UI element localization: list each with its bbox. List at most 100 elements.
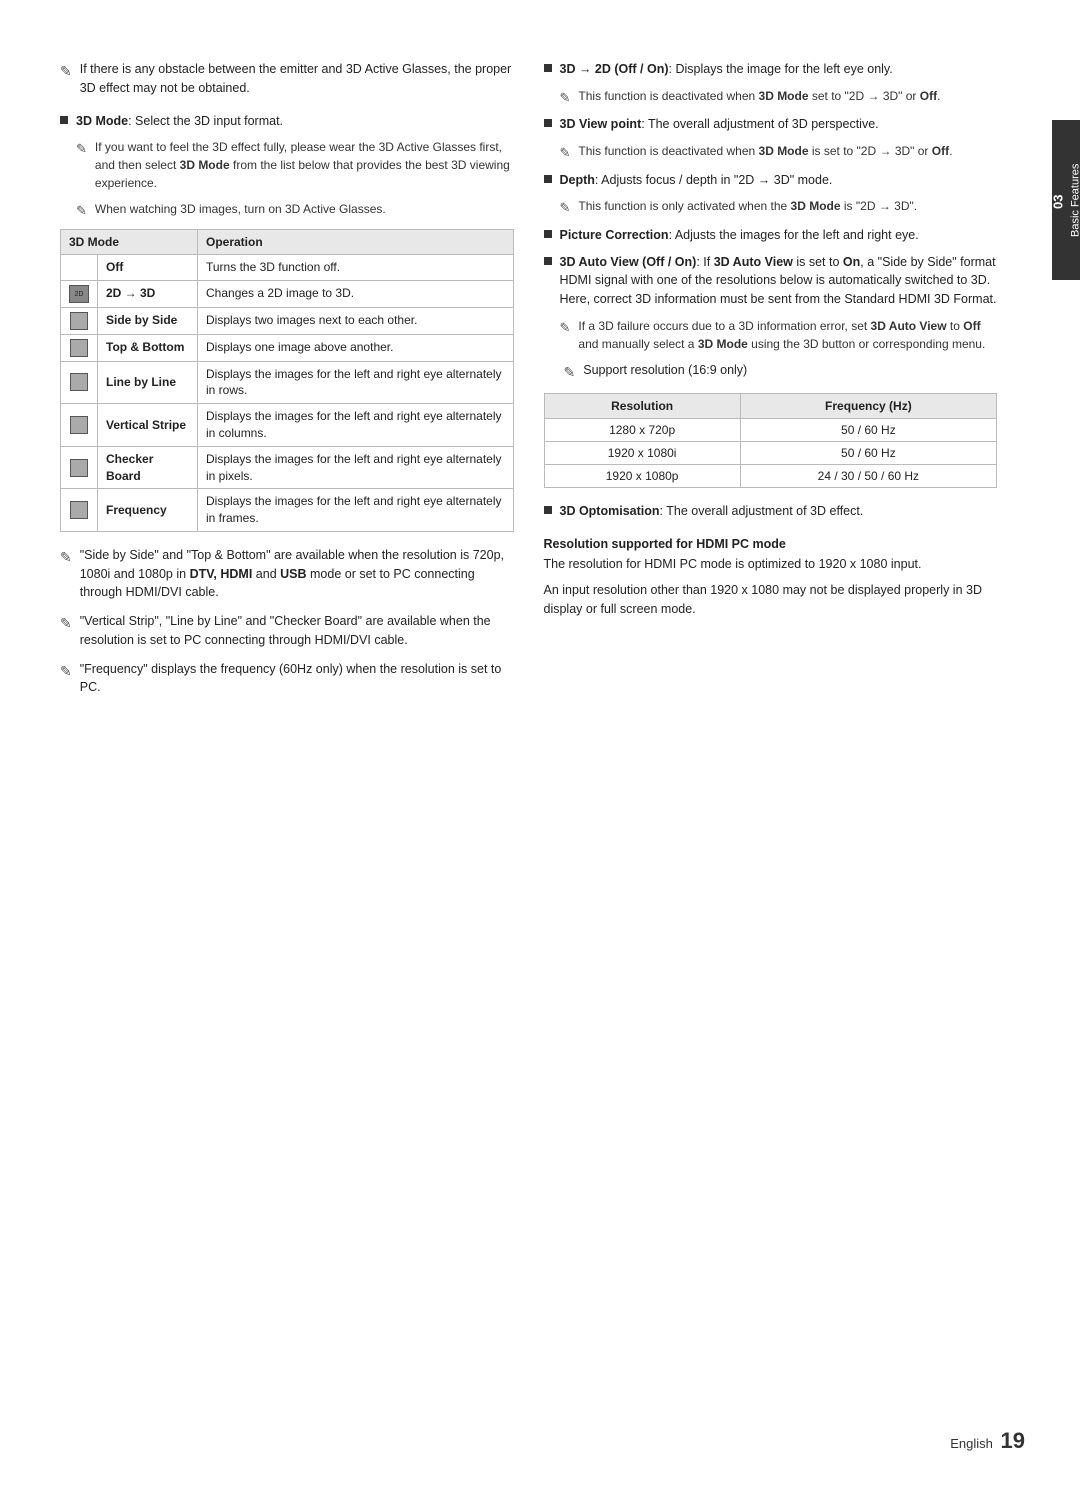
support-note-icon: ✎ (564, 362, 576, 383)
res-cell-1280: 1280 x 720p (544, 418, 740, 441)
res-header-frequency: Frequency (Hz) (740, 393, 996, 418)
sub-note-icon-2: ✎ (76, 201, 87, 221)
3d-mode-label: 3D Mode (76, 114, 128, 128)
res-header-resolution: Resolution (544, 393, 740, 418)
3d-autoview-text: 3D Auto View (Off / On): If 3D Auto View… (560, 253, 998, 309)
freq-cell-50-60-1: 50 / 60 Hz (740, 418, 996, 441)
row-op-2d3d: Changes a 2D image to 3D. (198, 280, 514, 307)
sub-note-2-text: When watching 3D images, turn on 3D Acti… (95, 200, 386, 221)
bullet-square-icon (544, 64, 552, 72)
bullet-square-icon (544, 175, 552, 183)
table-header-operation: Operation (198, 229, 514, 254)
3d-viewpoint-sub-note: ✎ This function is deactivated when 3D M… (560, 142, 998, 163)
row-mode-lbl: Line by Line (98, 361, 198, 404)
hdmi-para-1: The resolution for HDMI PC mode is optim… (544, 555, 998, 574)
row-icon-2d3d: 2D (61, 280, 98, 307)
mode-icon-cb (70, 459, 88, 477)
sub-note-1-text: If you want to feel the 3D effect fully,… (95, 138, 514, 192)
row-op-lbl: Displays the images for the left and rig… (198, 361, 514, 404)
right-column: 3D → 2D (Off / On): Displays the image f… (544, 60, 998, 707)
mode-icon-vs (70, 416, 88, 434)
bottom-note-3-text: "Frequency" displays the frequency (60Hz… (80, 660, 514, 698)
3d-viewpoint-sub-text: This function is deactivated when 3D Mod… (578, 142, 952, 163)
row-icon-sbs (61, 307, 98, 334)
3d-optimisation-text: 3D Optomisation: The overall adjustment … (560, 502, 864, 521)
row-op-vs: Displays the images for the left and rig… (198, 404, 514, 447)
row-op-off: Turns the 3D function off. (198, 254, 514, 280)
3d-autoview-sub-note: ✎ If a 3D failure occurs due to a 3D inf… (560, 317, 998, 353)
row-op-sbs: Displays two images next to each other. (198, 307, 514, 334)
main-content: ✎ If there is any obstacle between the e… (0, 0, 1052, 1494)
row-mode-off: Off (98, 254, 198, 280)
bottom-note-1-text: "Side by Side" and "Top & Bottom" are av… (80, 546, 514, 602)
left-column: ✎ If there is any obstacle between the e… (60, 60, 514, 707)
footer-page-number: 19 (1001, 1428, 1025, 1453)
bullet-square-icon (544, 119, 552, 127)
row-mode-sbs: Side by Side (98, 307, 198, 334)
top-note-text: If there is any obstacle between the emi… (80, 60, 514, 98)
depth-text: Depth: Adjusts focus / depth in "2D → 3D… (560, 171, 833, 190)
res-row: 1280 x 720p 50 / 60 Hz (544, 418, 997, 441)
sub-note-2: ✎ When watching 3D images, turn on 3D Ac… (76, 200, 514, 221)
row-mode-freq: Frequency (98, 489, 198, 532)
chapter-title: Basic Features (1070, 163, 1080, 236)
bottom-note-2-text: "Vertical Strip", "Line by Line" and "Ch… (80, 612, 514, 650)
bottom-note-2: ✎ "Vertical Strip", "Line by Line" and "… (60, 612, 514, 650)
depth-sub-text: This function is only activated when the… (578, 197, 917, 218)
res-cell-1920i: 1920 x 1080i (544, 441, 740, 464)
sub-note-icon: ✎ (560, 143, 571, 163)
3d-autoview-bullet: 3D Auto View (Off / On): If 3D Auto View… (544, 253, 998, 309)
3d-to-2d-sub-text: This function is deactivated when 3D Mod… (578, 87, 940, 108)
picture-correction-text: Picture Correction: Adjusts the images f… (560, 226, 919, 245)
row-mode-2d3d: 2D → 3D (98, 280, 198, 307)
row-icon-cb (61, 446, 98, 489)
freq-cell-24-30-50-60: 24 / 30 / 50 / 60 Hz (740, 464, 996, 487)
table-row: CheckerBoard Displays the images for the… (61, 446, 514, 489)
3d-mode-table: 3D Mode Operation Off Turns the 3D funct… (60, 229, 514, 532)
bottom-note-1: ✎ "Side by Side" and "Top & Bottom" are … (60, 546, 514, 602)
row-icon-lbl (61, 361, 98, 404)
res-row: 1920 x 1080p 24 / 30 / 50 / 60 Hz (544, 464, 997, 487)
sub-note-icon: ✎ (560, 318, 571, 353)
page: 03 Basic Features ✎ If there is any obst… (0, 0, 1080, 1494)
picture-correction-bullet: Picture Correction: Adjusts the images f… (544, 226, 998, 245)
table-row: Top & Bottom Displays one image above an… (61, 334, 514, 361)
mode-icon-2d3d: 2D (69, 285, 89, 303)
sub-note-1: ✎ If you want to feel the 3D effect full… (76, 138, 514, 192)
support-note: ✎ Support resolution (16:9 only) (564, 361, 998, 383)
depth-bullet: Depth: Adjusts focus / depth in "2D → 3D… (544, 171, 998, 190)
table-row: Vertical Stripe Displays the images for … (61, 404, 514, 447)
row-op-tb: Displays one image above another. (198, 334, 514, 361)
3d-mode-bullet: 3D Mode: Select the 3D input format. (60, 112, 514, 131)
table-row: Frequency Displays the images for the le… (61, 489, 514, 532)
row-mode-vs: Vertical Stripe (98, 404, 198, 447)
3d-mode-text: 3D Mode: Select the 3D input format. (76, 112, 283, 131)
3d-autoview-sub-text: If a 3D failure occurs due to a 3D infor… (578, 317, 997, 353)
mode-icon-lbl (70, 373, 88, 391)
sub-note-icon: ✎ (560, 198, 571, 218)
sub-note-icon: ✎ (560, 88, 571, 108)
row-mode-cb: CheckerBoard (98, 446, 198, 489)
row-op-cb: Displays the images for the left and rig… (198, 446, 514, 489)
table-row: Side by Side Displays two images next to… (61, 307, 514, 334)
row-mode-tb: Top & Bottom (98, 334, 198, 361)
footer-language: English (950, 1436, 993, 1451)
bullet-square-icon (60, 116, 68, 124)
3d-to-2d-text: 3D → 2D (Off / On): Displays the image f… (560, 60, 893, 79)
note-pencil-icon: ✎ (60, 61, 72, 98)
footer: English 19 (950, 1428, 1025, 1454)
chapter-number: 03 (1051, 195, 1066, 209)
3d-viewpoint-bullet: 3D View point: The overall adjustment of… (544, 115, 998, 134)
3d-viewpoint-text: 3D View point: The overall adjustment of… (560, 115, 879, 134)
bottom-note-icon-2: ✎ (60, 613, 72, 650)
two-column-layout: ✎ If there is any obstacle between the e… (60, 60, 997, 707)
bullet-square-icon (544, 506, 552, 514)
row-icon-off (61, 254, 98, 280)
table-row: Off Turns the 3D function off. (61, 254, 514, 280)
row-icon-tb (61, 334, 98, 361)
hdmi-section: Resolution supported for HDMI PC mode Th… (544, 537, 998, 619)
hdmi-para-2: An input resolution other than 1920 x 10… (544, 581, 998, 619)
support-note-text: Support resolution (16:9 only) (583, 361, 747, 383)
3d-to-2d-sub-note: ✎ This function is deactivated when 3D M… (560, 87, 998, 108)
chapter-tab: 03 Basic Features (1052, 120, 1080, 280)
